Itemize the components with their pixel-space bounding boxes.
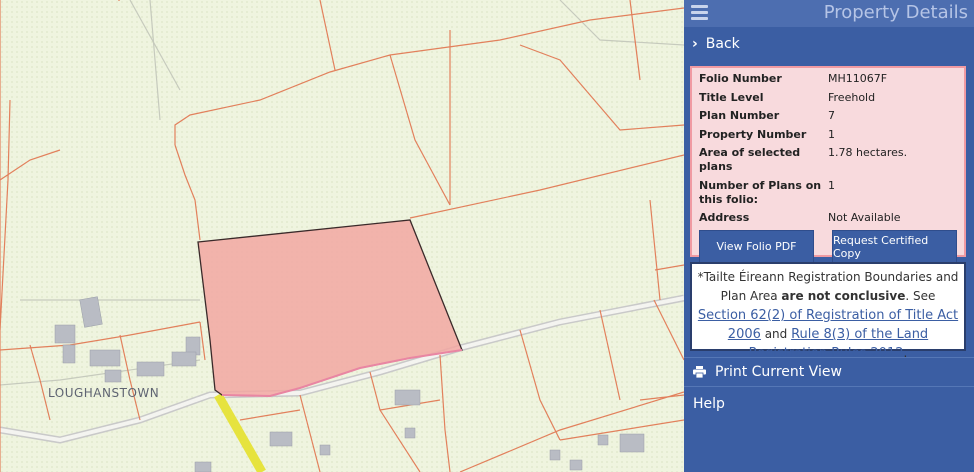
action-buttons: View Folio PDF Request Certified Copy: [699, 229, 957, 264]
property-details-panel: Property Details › Back Folio Number MH1…: [684, 0, 974, 472]
detail-row-area: Area of selected plans 1.78 hectares.: [699, 146, 957, 174]
detail-key: Property Number: [699, 127, 807, 141]
help-label: Help: [693, 396, 725, 412]
detail-row-title-level: Title Level Freehold: [699, 91, 957, 105]
detail-value: 1: [828, 178, 835, 192]
detail-value: Freehold: [828, 90, 876, 104]
town-label: LOUGHANSTOWN: [48, 386, 160, 400]
request-certified-copy-button[interactable]: Request Certified Copy: [832, 229, 957, 264]
detail-key: Number of Plans on this folio:: [699, 178, 822, 206]
hamburger-menu-icon[interactable]: [691, 5, 708, 20]
view-folio-pdf-button[interactable]: View Folio PDF: [699, 229, 814, 264]
map-view[interactable]: LOUGHANSTOWN: [0, 0, 684, 472]
detail-row-address: Address Not Available: [699, 211, 957, 225]
notice-bold: are not conclusive: [781, 289, 906, 303]
detail-value: 7: [828, 109, 835, 122]
detail-row-property-number: Property Number 1: [699, 128, 957, 142]
panel-header: Property Details: [684, 0, 974, 27]
detail-value: 1: [828, 127, 835, 141]
detail-key: Area of selected plans: [699, 146, 801, 173]
detail-value: 1.78 hectares.: [828, 146, 908, 159]
detail-key: Plan Number: [699, 109, 780, 122]
detail-value: MH11067F: [828, 72, 888, 85]
detail-value: Not Available: [828, 211, 901, 224]
panel-title: Property Details: [823, 2, 968, 23]
disclaimer-notice: *Tailte Éireann Registration Boundaries …: [690, 262, 966, 361]
map-canvas[interactable]: [0, 0, 684, 472]
detail-key: Folio Number: [699, 72, 782, 85]
back-label: Back: [705, 35, 740, 52]
property-info-box: Folio Number MH11067F Title Level Freeho…: [690, 66, 966, 264]
back-button[interactable]: › Back: [684, 27, 974, 60]
detail-key: Title Level: [699, 90, 764, 104]
print-current-view-button[interactable]: Print Current View: [684, 357, 974, 387]
chevron-right-icon: ›: [692, 35, 698, 52]
print-label: Print Current View: [715, 364, 842, 380]
help-button[interactable]: Help: [684, 389, 974, 419]
detail-key: Address: [699, 211, 750, 224]
detail-row-folio: Folio Number MH11067F: [699, 72, 957, 86]
notice-and: and: [760, 327, 792, 341]
detail-row-plans-count: Number of Plans on this folio: 1: [699, 179, 957, 207]
notice-middle: . See: [905, 289, 936, 303]
printer-icon: [693, 366, 706, 378]
detail-row-plan-number: Plan Number 7: [699, 109, 957, 123]
